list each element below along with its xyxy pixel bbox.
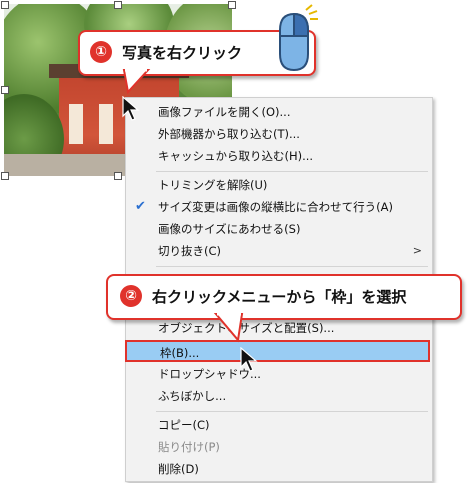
menu-item-label: 画像ファイルを開く(O)... <box>158 105 291 119</box>
step-number-badge: ① <box>90 41 112 63</box>
submenu-arrow-icon: > <box>412 244 422 257</box>
menu-item-object-size-position[interactable]: オブジェクトのサイズと配置(S)... <box>126 317 432 339</box>
menu-item-label: 外部機器から取り込む(T)... <box>158 127 300 141</box>
menu-item-label: 貼り付け(P) <box>158 440 220 454</box>
menu-item-crop[interactable]: 切り抜き(C) > <box>126 240 432 262</box>
menu-separator <box>156 411 428 412</box>
arrow-cursor-icon <box>240 347 258 372</box>
menu-item-paste: 貼り付け(P) <box>126 436 432 458</box>
menu-item-label: サイズ変更は画像の縦横比に合わせて行う(A) <box>158 200 393 214</box>
menu-item-open-image-file[interactable]: 画像ファイルを開く(O)... <box>126 101 432 123</box>
menu-item-release-trimming[interactable]: トリミングを解除(U) <box>126 174 432 196</box>
menu-item-label: コピー(C) <box>158 418 210 432</box>
menu-separator <box>156 171 428 172</box>
resize-handle[interactable] <box>228 1 236 9</box>
menu-item-drop-shadow[interactable]: ドロップシャドウ... <box>126 363 432 385</box>
mouse-icon <box>279 4 318 72</box>
resize-handle[interactable] <box>1 1 9 9</box>
menu-item-label: ふちぼかし... <box>158 389 227 403</box>
menu-item-label: 枠(B)... <box>160 346 200 360</box>
callout-pointer-2 <box>213 312 244 343</box>
resize-handle[interactable] <box>114 172 122 180</box>
checkmark-icon: ✔ <box>135 199 146 214</box>
callout-text: 右クリックメニューから「枠」を選択 <box>152 288 407 306</box>
menu-item-import-external-device[interactable]: 外部機器から取り込む(T)... <box>126 123 432 145</box>
callout-pointer-1 <box>122 68 151 95</box>
menu-item-label: トリミングを解除(U) <box>158 178 268 192</box>
menu-item-feather-edge[interactable]: ふちぼかし... <box>126 385 432 407</box>
menu-item-label: キャッシュから取り込む(H)... <box>158 149 314 163</box>
menu-item-delete[interactable]: 削除(D) <box>126 458 432 480</box>
menu-item-import-from-cache[interactable]: キャッシュから取り込む(H)... <box>126 145 432 167</box>
resize-handle[interactable] <box>1 86 9 94</box>
menu-item-frame[interactable]: 枠(B)... <box>125 340 430 362</box>
resize-handle[interactable] <box>114 1 122 9</box>
arrow-cursor-icon <box>122 96 140 121</box>
callout-step-2: ② 右クリックメニューから「枠」を選択 <box>106 274 462 320</box>
photo-gate-window <box>69 104 83 144</box>
menu-item-keep-aspect-ratio[interactable]: ✔ サイズ変更は画像の縦横比に合わせて行う(A) <box>126 196 432 218</box>
menu-separator <box>156 266 428 267</box>
photo-gate-window <box>99 104 113 144</box>
callout-text: 写真を右クリック <box>122 44 243 62</box>
menu-item-label: 切り抜き(C) <box>158 244 222 258</box>
menu-item-label: 削除(D) <box>158 462 199 476</box>
menu-item-copy[interactable]: コピー(C) <box>126 414 432 436</box>
resize-handle[interactable] <box>1 172 9 180</box>
step-number-badge: ② <box>120 285 142 307</box>
menu-item-fit-image-size[interactable]: 画像のサイズにあわせる(S) <box>126 218 432 240</box>
menu-item-label: 画像のサイズにあわせる(S) <box>158 222 301 236</box>
